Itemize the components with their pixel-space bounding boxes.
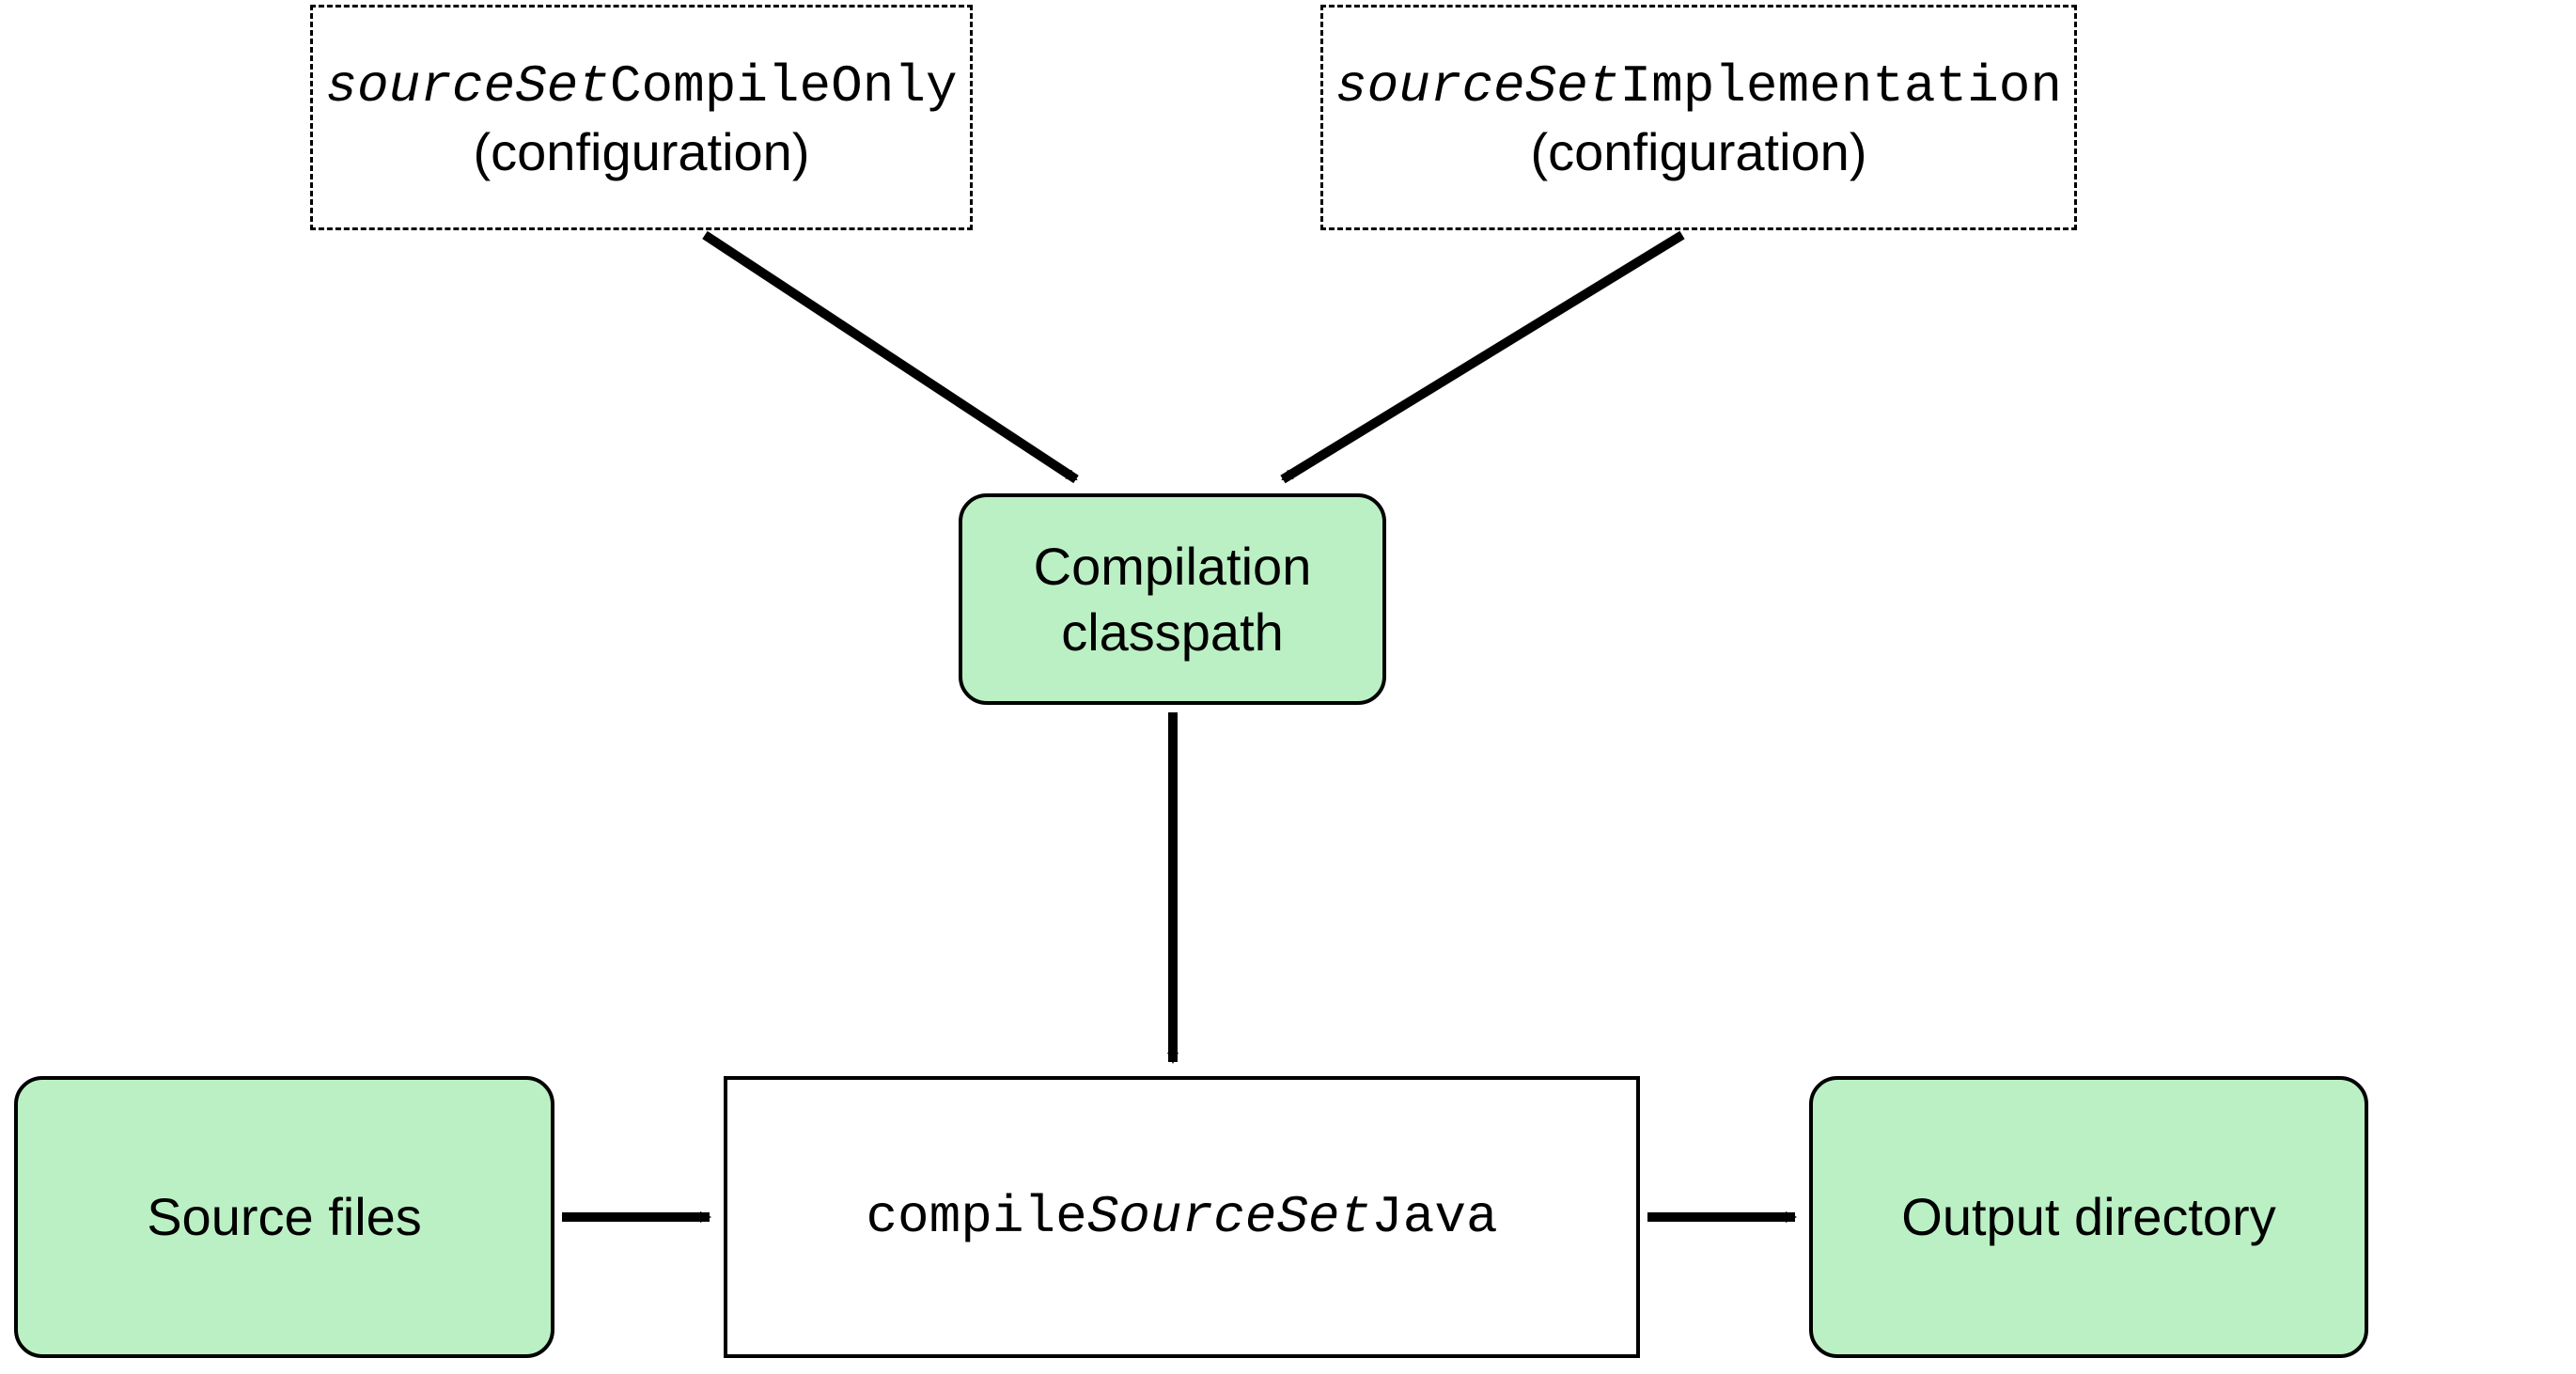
edge-compileonly-classpath	[705, 235, 1076, 479]
text-prefix: compile	[866, 1187, 1086, 1247]
node-title: sourceSetImplementation	[1335, 50, 2062, 119]
text-suffix: Java	[1371, 1187, 1497, 1247]
node-output-directory: Output directory	[1809, 1076, 2368, 1358]
text-prefix: sourceSet	[1335, 56, 1619, 117]
text-prefix: sourceSet	[325, 56, 609, 117]
node-title: sourceSetCompileOnly	[325, 50, 957, 119]
node-config-implementation: sourceSetImplementation (configuration)	[1320, 5, 2077, 230]
node-compile-task: compileSourceSetJava	[724, 1076, 1640, 1358]
node-title-line1: Compilation	[1034, 534, 1312, 600]
text-mid: SourceSet	[1087, 1187, 1371, 1247]
node-title: Source files	[147, 1184, 422, 1250]
text-suffix: Implementation	[1619, 56, 2061, 117]
node-title: Output directory	[1901, 1184, 2275, 1250]
node-title: compileSourceSetJava	[866, 1184, 1497, 1250]
node-title-line2: classpath	[1061, 600, 1284, 665]
node-source-files: Source files	[14, 1076, 554, 1358]
node-config-compileonly: sourceSetCompileOnly (configuration)	[310, 5, 973, 230]
flow-diagram: sourceSetCompileOnly (configuration) sou…	[0, 0, 2576, 1374]
node-compilation-classpath: Compilation classpath	[959, 493, 1386, 705]
edge-implementation-classpath	[1283, 235, 1682, 479]
node-subtitle: (configuration)	[1531, 119, 1867, 185]
node-subtitle: (configuration)	[474, 119, 810, 185]
text-suffix: CompileOnly	[610, 56, 958, 117]
